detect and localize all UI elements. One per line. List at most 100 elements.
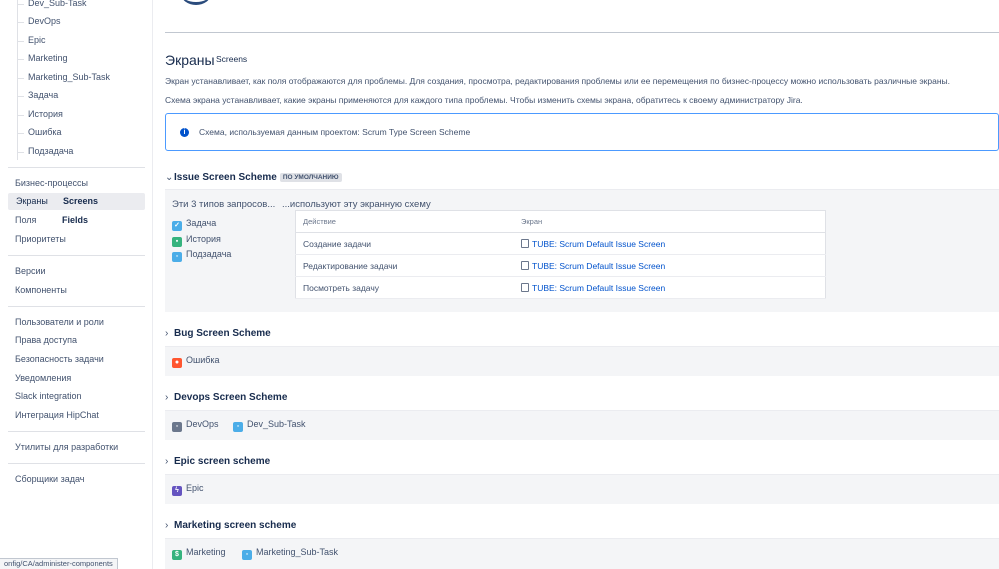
issue-type-marketing-subtask: ▫ Marketing_Sub-Task xyxy=(242,547,338,560)
scheme-toggle-issue[interactable]: ⌄Issue Screen Scheme ПО УМОЛЧАНИЮ xyxy=(165,172,342,183)
bug-icon: ● xyxy=(172,358,182,368)
lightning-icon: ϟ xyxy=(172,486,182,496)
sidebar-subitem-bug[interactable]: Ошибка xyxy=(17,127,62,137)
sidebar-item-issue-collectors[interactable]: Сборщики задач xyxy=(15,474,84,484)
chevron-right-icon: › xyxy=(165,328,169,339)
screen-icon xyxy=(521,238,529,248)
table-header: Действие Экран xyxy=(295,210,826,233)
issue-type-epic: ϟ Epic xyxy=(172,483,204,496)
scheme-toggle-epic[interactable]: › Epic screen scheme xyxy=(165,456,270,467)
screens-table: Действие Экран Создание задачи TUBE: Scr… xyxy=(295,210,826,299)
sidebar-item-priorities[interactable]: Приоритеты xyxy=(15,234,66,244)
sidebar-item-fields-en: Fields xyxy=(62,215,89,225)
sidebar-subitem-subtask[interactable]: Подзадача xyxy=(16,146,73,156)
issue-type-story: ▪ История xyxy=(172,234,221,247)
issue-type-subtask: ▫ Подзадача xyxy=(172,249,231,262)
checkbox-icon: ✓ xyxy=(172,221,182,231)
sidebar-item-issue-security[interactable]: Безопасность задачи xyxy=(15,354,104,364)
scheme-title: Devops Screen Scheme xyxy=(174,392,288,403)
sidebar-item-fields[interactable]: Поля Fields xyxy=(15,215,88,225)
scheme-title: Epic screen scheme xyxy=(174,456,271,467)
screen-icon xyxy=(521,282,529,292)
description-screens: Экран устанавливает, как поля отображают… xyxy=(165,76,951,86)
sidebar-subitem-marketing-sub-task[interactable]: Marketing_Sub-Task xyxy=(16,72,110,82)
sidebar-subitem-dev-sub-task[interactable]: Dev_Sub-Task xyxy=(17,0,87,8)
screen-icon xyxy=(521,260,529,270)
sidebar-item-notifications[interactable]: Уведомления xyxy=(15,373,71,383)
col-screen: Экран xyxy=(514,210,826,233)
col-action: Действие xyxy=(295,210,514,233)
sidebar-item-screens[interactable]: Экраны Screens xyxy=(8,193,145,210)
screen-link[interactable]: TUBE: Scrum Default Issue Screen xyxy=(532,239,665,249)
scheme-toggle-devops[interactable]: › Devops Screen Scheme xyxy=(165,392,287,403)
scheme-toggle-marketing[interactable]: › Marketing screen scheme xyxy=(165,520,296,531)
issue-type-dev-subtask: ▫ Dev_Sub-Task xyxy=(233,419,306,432)
screen-link[interactable]: TUBE: Scrum Default Issue Screen xyxy=(532,283,665,293)
sidebar-divider xyxy=(8,431,145,432)
action-cell: Редактирование задачи xyxy=(295,254,514,277)
devops-icon: ▫ xyxy=(172,422,182,432)
chevron-right-icon: › xyxy=(165,520,169,531)
table-row: Посмотреть задачу TUBE: Scrum Default Is… xyxy=(295,276,826,299)
sidebar-item-workflows[interactable]: Бизнес-процессы xyxy=(15,178,88,188)
screen-cell: TUBE: Scrum Default Issue Screen xyxy=(514,232,826,255)
sidebar-subitem-task[interactable]: Задача xyxy=(16,90,58,100)
sidebar-subitem-marketing[interactable]: Marketing xyxy=(17,53,68,63)
subtask-icon: ▫ xyxy=(172,252,182,262)
sidebar-divider xyxy=(8,306,145,307)
sidebar-item-versions[interactable]: Версии xyxy=(15,266,46,276)
scheme-panel-bug: ● Ошибка xyxy=(165,346,999,376)
chevron-right-icon: › xyxy=(165,456,169,467)
screen-cell: TUBE: Scrum Default Issue Screen xyxy=(514,276,826,299)
chevron-right-icon: › xyxy=(165,392,169,403)
sidebar-item-label: Экраны xyxy=(16,196,48,206)
screen-link[interactable]: TUBE: Scrum Default Issue Screen xyxy=(532,261,665,271)
sidebar-item-label: Поля xyxy=(15,215,37,225)
scheme-panel-epic: ϟ Epic xyxy=(165,474,999,504)
scheme-title: Issue Screen Scheme xyxy=(174,172,277,183)
info-text: Схема, используемая данным проектом: Scr… xyxy=(199,127,471,137)
sidebar-item-hipchat[interactable]: Интеграция HipChat xyxy=(15,410,99,420)
sidebar-subitem-devops[interactable]: DevOps xyxy=(17,16,61,26)
dollar-icon: $ xyxy=(172,550,182,560)
table-row: Редактирование задачи TUBE: Scrum Defaul… xyxy=(295,254,826,277)
status-bar-url: onfig/CA/administer-components xyxy=(0,558,118,569)
sidebar-divider xyxy=(8,167,145,168)
scheme-panel-issue: Эти 3 типов запросов... ...используют эт… xyxy=(165,189,999,312)
sidebar-subitem-story[interactable]: История xyxy=(17,109,63,119)
tree-line xyxy=(17,0,19,160)
sidebar-subitem-epic[interactable]: Epic xyxy=(17,35,46,45)
sidebar-item-dev-tools[interactable]: Утилиты для разработки xyxy=(15,442,118,452)
uses-heading: ...используют эту экранную схему xyxy=(282,199,431,210)
issue-type-devops: ▫ DevOps xyxy=(172,419,219,432)
subtask-icon: ▫ xyxy=(242,550,252,560)
issue-type-bug: ● Ошибка xyxy=(172,355,220,368)
issue-type-marketing: $ Marketing xyxy=(172,547,226,560)
project-avatar xyxy=(181,0,211,5)
description-scheme: Схема экрана устанавливает, какие экраны… xyxy=(165,95,803,105)
sidebar-item-permissions[interactable]: Права доступа xyxy=(15,335,77,345)
scheme-title: Bug Screen Scheme xyxy=(174,328,271,339)
default-badge: ПО УМОЛЧАНИЮ xyxy=(279,173,342,182)
action-cell: Посмотреть задачу xyxy=(295,276,514,299)
sidebar-item-screens-en: Screens xyxy=(63,196,99,206)
main-content: Экраны Screens Экран устанавливает, как … xyxy=(153,0,999,569)
chevron-down-icon: ⌄ xyxy=(165,172,174,183)
sidebar: Dev_Sub-Task DevOps Epic Marketing Marke… xyxy=(0,0,153,569)
table-row: Создание задачи TUBE: Scrum Default Issu… xyxy=(295,232,826,255)
sidebar-item-components[interactable]: Компоненты xyxy=(15,285,67,295)
action-cell: Создание задачи xyxy=(295,232,514,255)
issue-type-task: ✓ Задача xyxy=(172,218,216,231)
scheme-panel-devops: ▫ DevOps ▫ Dev_Sub-Task xyxy=(165,410,999,440)
scheme-title: Marketing screen scheme xyxy=(174,520,297,531)
bookmark-icon: ▪ xyxy=(172,237,182,247)
header-divider xyxy=(165,32,999,33)
sidebar-divider xyxy=(8,255,145,256)
sidebar-item-slack[interactable]: Slack integration xyxy=(15,391,82,401)
sidebar-item-users-roles[interactable]: Пользователи и роли xyxy=(15,317,104,327)
page-title: Экраны xyxy=(165,52,215,68)
screen-cell: TUBE: Scrum Default Issue Screen xyxy=(514,254,826,277)
scheme-toggle-bug[interactable]: › Bug Screen Scheme xyxy=(165,328,271,339)
info-icon: i xyxy=(180,128,189,137)
sidebar-divider xyxy=(8,463,145,464)
